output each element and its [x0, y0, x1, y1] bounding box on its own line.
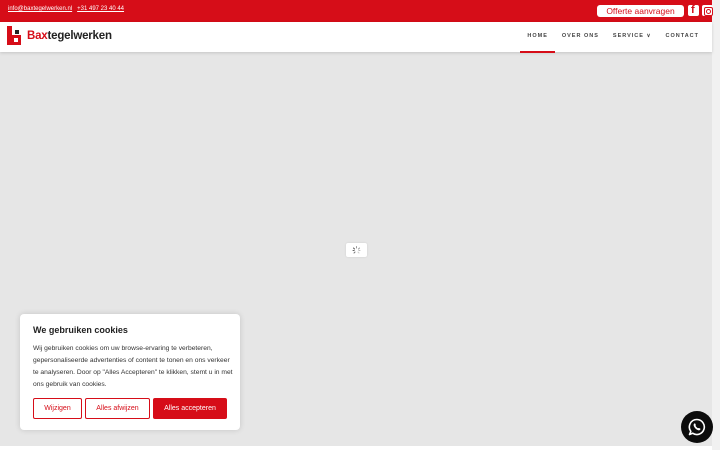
- logo-mark-icon: [7, 26, 21, 45]
- quote-request-button[interactable]: Offerte aanvragen: [597, 5, 684, 17]
- nav-contact[interactable]: CONTACT: [659, 22, 706, 52]
- top-bar: info@baxtegelwerken.nl +31 497 23 40 44 …: [0, 0, 713, 22]
- page-scrollbar[interactable]: [712, 0, 720, 450]
- cookie-accept-button[interactable]: Alles accepteren: [153, 398, 227, 419]
- loading-spinner-icon: [346, 243, 367, 257]
- logo-suffix: tegelwerken: [47, 29, 112, 42]
- main-header: Baxtegelwerken HOME OVER ONS SERVICE ∨ C…: [0, 22, 712, 53]
- main-nav: HOME OVER ONS SERVICE ∨ CONTACT: [520, 22, 706, 53]
- nav-over-ons[interactable]: OVER ONS: [555, 22, 606, 52]
- instagram-icon[interactable]: [702, 5, 713, 16]
- cookie-text: Wij gebruiken cookies om uw browse-ervar…: [33, 345, 233, 388]
- email-link[interactable]: info@baxtegelwerken.nl: [8, 6, 72, 12]
- page-bottom-edge: [0, 446, 712, 450]
- cookie-customize-button[interactable]: Wijzigen: [33, 398, 82, 419]
- nav-home[interactable]: HOME: [520, 22, 555, 53]
- phone-link[interactable]: +31 497 23 40 44: [77, 6, 124, 12]
- cookie-reject-button[interactable]: Alles afwijzen: [85, 398, 150, 419]
- nav-service[interactable]: SERVICE ∨: [606, 22, 659, 52]
- logo-prefix: Bax: [27, 29, 48, 42]
- whatsapp-icon[interactable]: [681, 411, 713, 443]
- cookie-title: We gebruiken cookies: [33, 325, 128, 335]
- facebook-icon[interactable]: [688, 4, 699, 16]
- cookie-consent-banner: We gebruiken cookies Wij gebruiken cooki…: [20, 314, 240, 430]
- site-logo[interactable]: Baxtegelwerken: [7, 26, 112, 45]
- contact-info: info@baxtegelwerken.nl +31 497 23 40 44: [8, 6, 124, 12]
- logo-text: Baxtegelwerken: [27, 30, 112, 42]
